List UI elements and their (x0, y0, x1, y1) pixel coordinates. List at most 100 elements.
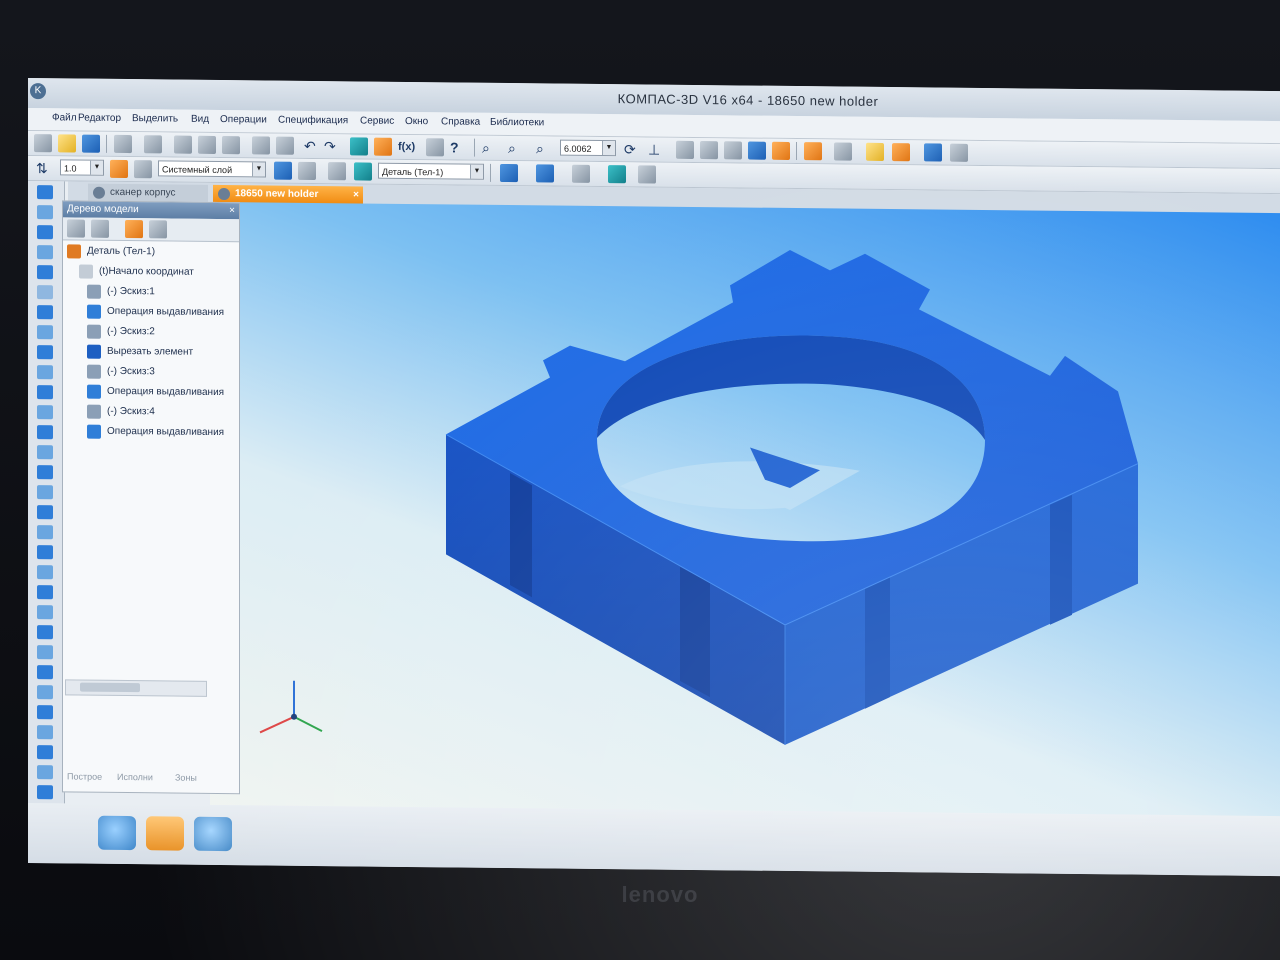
style-icon[interactable] (298, 161, 316, 181)
tab-build[interactable]: Построе (67, 771, 102, 781)
view-wireframe-icon[interactable] (676, 140, 694, 159)
tree-item-cut[interactable]: Вырезать элемент (87, 342, 237, 364)
tree-item-sketch-2[interactable]: (-) Эскиз:2 (87, 322, 237, 344)
thread-tool-icon[interactable] (37, 585, 53, 600)
menu-help[interactable]: Справка (441, 116, 480, 127)
cut-icon[interactable] (174, 135, 192, 154)
chevron-down-icon[interactable]: ▼ (90, 160, 103, 175)
check-tool-icon[interactable] (37, 765, 53, 780)
zoom-window-icon[interactable]: ⌕ (536, 139, 544, 157)
tree-structure-icon[interactable] (67, 219, 85, 238)
tree-item-part[interactable]: Деталь (Тел-1) (67, 241, 237, 263)
orientation-icon[interactable]: ⊥ (648, 140, 660, 158)
new-file-icon[interactable] (34, 134, 52, 153)
menu-select[interactable]: Выделить (132, 113, 178, 124)
library-icon[interactable] (374, 137, 392, 156)
tree-item-sketch-4[interactable]: (-) Эскиз:4 (87, 402, 237, 424)
chevron-down-icon[interactable]: ▼ (252, 162, 265, 177)
view-orientation-icon[interactable] (500, 163, 518, 183)
part-icon[interactable] (354, 162, 372, 181)
print-icon[interactable] (114, 134, 132, 154)
tree-item-sketch-1[interactable]: (-) Эскиз:1 (87, 282, 237, 304)
report-tool-icon[interactable] (37, 625, 53, 640)
tree-item-sketch-3[interactable]: (-) Эскиз:3 (87, 362, 237, 384)
chevron-down-icon[interactable]: ▼ (470, 164, 483, 179)
snap-icon[interactable] (110, 159, 128, 179)
tree-order-icon[interactable] (91, 219, 109, 238)
rotate-icon[interactable]: ⟳ (624, 140, 636, 158)
chevron-down-icon[interactable]: ▼ (602, 141, 615, 156)
tree-item-origin[interactable]: (t)Начало координат (79, 262, 237, 284)
dimension-tool-icon[interactable] (37, 685, 53, 700)
tab-execution[interactable]: Исполни (117, 772, 153, 782)
chrome-browser-icon[interactable] (194, 816, 232, 852)
menu-operations[interactable]: Операции (220, 114, 267, 125)
hide-icon[interactable] (572, 164, 590, 183)
surface-tool-icon[interactable] (37, 525, 53, 540)
hole-tool-icon[interactable] (37, 325, 53, 340)
view-hidden-lines-icon[interactable] (700, 141, 718, 160)
view-shaded-icon[interactable] (748, 141, 766, 160)
open-folder-icon[interactable] (58, 134, 76, 153)
library-tool-icon[interactable] (37, 745, 53, 760)
mates-tool-icon[interactable] (37, 705, 53, 720)
preview-icon[interactable] (144, 135, 162, 154)
kompas-app-icon[interactable] (146, 816, 184, 851)
display-mode-icon[interactable] (536, 164, 554, 183)
menu-service[interactable]: Сервис (360, 115, 394, 126)
view-thin-lines-icon[interactable] (724, 141, 742, 160)
axis-tool-icon[interactable] (37, 485, 53, 500)
view-shaded-edges-icon[interactable] (772, 141, 790, 160)
zoom-out-icon[interactable]: ⌕ (508, 139, 516, 157)
menu-libraries[interactable]: Библиотеки (490, 117, 544, 129)
app-logo-icon[interactable]: K (30, 83, 46, 100)
undo-icon[interactable]: ↶ (304, 137, 316, 155)
mirror-tool-icon[interactable] (37, 425, 53, 440)
close-icon[interactable]: × (229, 203, 235, 219)
tab-zones[interactable]: Зоны (175, 773, 197, 783)
frame-icon[interactable] (276, 136, 294, 155)
plane-tool-icon[interactable] (37, 465, 53, 480)
tree-sort-icon[interactable] (149, 220, 167, 239)
tool-icon[interactable] (328, 162, 346, 181)
layer-select[interactable]: Системный слой ▼ (158, 160, 266, 178)
color-icon[interactable] (274, 161, 292, 180)
fillet-tool-icon[interactable] (37, 345, 53, 360)
help-pointer-icon[interactable]: ? (450, 138, 459, 156)
sweep-tool-icon[interactable] (37, 285, 53, 300)
menu-window[interactable]: Окно (405, 116, 428, 127)
layer-icon[interactable] (134, 160, 152, 179)
curve-tool-icon[interactable] (37, 545, 53, 560)
copy-icon[interactable] (198, 135, 216, 154)
tree-item-extrude-1[interactable]: Операция выдавливания (87, 302, 237, 324)
manager-icon[interactable] (350, 137, 368, 156)
array-tool-icon[interactable] (37, 445, 53, 460)
rib-tool-icon[interactable] (37, 405, 53, 420)
settings-icon[interactable] (950, 143, 968, 162)
zoom-scale-select[interactable]: 6.0062 ▼ (560, 139, 616, 157)
scrollbar-thumb[interactable] (80, 682, 140, 693)
weld-tool-icon[interactable] (37, 665, 53, 680)
spec-tool-icon[interactable] (37, 605, 53, 620)
filter-tool-icon[interactable] (37, 645, 53, 660)
materials-icon[interactable] (866, 142, 884, 161)
edit-part-icon[interactable] (37, 185, 53, 200)
display-icon[interactable] (924, 143, 942, 162)
render-icon[interactable] (892, 143, 910, 162)
chamfer-tool-icon[interactable] (37, 365, 53, 380)
component-tool-icon[interactable] (37, 725, 53, 740)
menu-file[interactable]: Файл (52, 112, 77, 123)
measure-tool-icon[interactable] (37, 505, 53, 520)
extrude-tool-icon[interactable] (37, 225, 53, 240)
perspective-icon[interactable] (804, 142, 822, 161)
properties-icon[interactable] (252, 136, 270, 155)
step-icon[interactable]: ⇅ (36, 159, 48, 177)
loft-tool-icon[interactable] (37, 265, 53, 280)
tree-item-extrude-2[interactable]: Операция выдавливания (87, 382, 237, 404)
shell-tool-icon[interactable] (37, 385, 53, 400)
sheet-tool-icon[interactable] (37, 565, 53, 580)
rotate-tool-icon[interactable] (37, 245, 53, 260)
menu-specification[interactable]: Спецификация (278, 115, 348, 127)
ie-browser-icon[interactable] (98, 815, 136, 851)
close-icon[interactable]: × (353, 186, 359, 204)
